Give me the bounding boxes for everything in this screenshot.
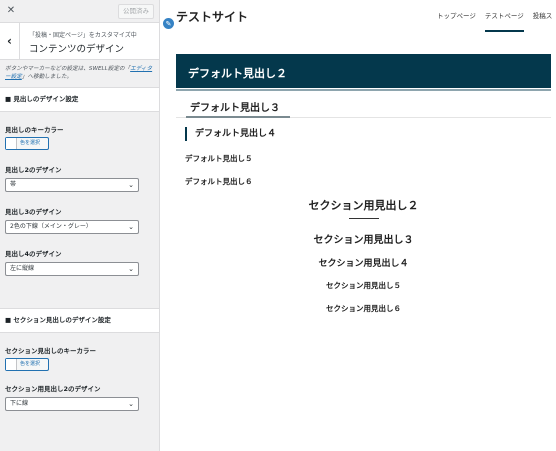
section-heading-2: セクション用見出し２ [308,199,419,212]
nav-item-top[interactable]: トップページ [437,11,476,31]
heading-3-underline [186,116,290,118]
section-heading-3: セクション用見出し３ [313,235,414,246]
section-key-color-button[interactable]: 色を選択 [5,358,49,371]
section-title: コンテンツのデザイン [29,44,125,55]
color-swatch [6,359,17,370]
site-header: テストサイト トップページ テストページ 投稿ス [161,0,556,33]
chevron-down-icon: ⌄ [128,223,134,231]
section-design-group-title: ■ セクション見出しのデザイン設定 [0,308,159,333]
color-button-label: 色を選択 [20,361,41,367]
h2-design-select[interactable]: 帯 ⌄ [5,178,139,192]
publish-button[interactable]: 公開済み [118,4,154,19]
default-heading-4: デフォルト見出し４ [185,127,276,141]
section-header: ‹ 「投稿・固定ページ」をカスタマイズ中 コンテンツのデザイン [0,23,159,60]
chevron-down-icon: ⌄ [128,400,134,408]
section-h2-design-value: 下に線 [10,400,29,407]
chevron-down-icon: ⌄ [128,265,134,273]
color-button-label: 色を選択 [20,140,41,146]
global-nav: トップページ テストページ 投稿ス [437,11,556,32]
notice-text: ボタンやマーカーなどの設定は、SWELL設定の「エディター設定」へ移動しました。 [0,60,159,87]
h3-design-select[interactable]: 2色の下線（メイン・グレー） ⌄ [5,220,139,234]
default-heading-5: デフォルト見出し５ [185,154,253,163]
h3-design-value: 2色の下線（メイン・グレー） [10,223,92,230]
site-preview: テストサイト トップページ テストページ 投稿ス デフォルト見出し２ デフォルト… [161,0,556,451]
section-heading-2-underline [349,218,379,219]
default-heading-2: デフォルト見出し２ [176,54,551,91]
h2-design-label: 見出し2のデザイン [5,166,62,174]
section-key-color-label: セクション見出しのキーカラー [5,347,96,355]
h2-design-value: 帯 [10,181,17,188]
section-h2-design-label: セクション用見出し2のデザイン [5,385,101,393]
section-h2-design-select[interactable]: 下に線 ⌄ [5,397,139,411]
default-heading-3: デフォルト見出し３ [176,97,551,118]
chevron-down-icon: ⌄ [128,181,134,189]
h3-design-label: 見出し3のデザイン [5,208,62,216]
color-swatch [6,138,17,149]
customizer-sidebar: ✕ 公開済み ‹ 「投稿・固定ページ」をカスタマイズ中 コンテンツのデザイン ボ… [0,0,160,451]
h4-design-label: 見出し4のデザイン [5,250,62,258]
nav-item-posts[interactable]: 投稿ス [533,11,553,31]
heading-design-group-title: ■ 見出しのデザイン設定 [0,87,159,112]
default-heading-4-text: デフォルト見出し４ [195,129,277,139]
nav-item-test-page[interactable]: テストページ [484,11,524,32]
customizer-topbar: ✕ 公開済み [0,0,159,23]
notice-suffix: 」へ移動しました。 [21,74,73,80]
close-icon[interactable]: ✕ [4,4,18,18]
default-heading-6: デフォルト見出し６ [185,177,253,186]
default-heading-3-text: デフォルト見出し３ [190,103,280,114]
chevron-left-icon[interactable]: ‹ [0,23,20,60]
section-heading-6: セクション用見出し６ [326,304,401,313]
heading-key-color-label: 見出しのキーカラー [5,126,64,134]
h4-design-select[interactable]: 左に縦線 ⌄ [5,262,139,276]
heading-key-color-button[interactable]: 色を選択 [5,137,49,150]
site-title[interactable]: テストサイト [176,8,248,25]
section-design-group: セクション見出しのキーカラー 色を選択 セクション用見出し2のデザイン 下に線 … [0,333,159,411]
section-heading-5: セクション用見出し５ [326,281,401,290]
section-heading-4: セクション用見出し４ [318,259,409,269]
breadcrumb: 「投稿・固定ページ」をカスタマイズ中 [29,32,137,39]
default-heading-2-text: デフォルト見出し２ [188,67,287,80]
h4-design-value: 左に縦線 [10,265,35,272]
heading-design-group: 見出しのキーカラー 色を選択 見出し2のデザイン 帯 ⌄ 見出し3のデザイン 2… [0,112,159,308]
notice-prefix: ボタンやマーカーなどの設定は、SWELL設定の「 [5,66,131,72]
edit-shortcut-pencil-icon[interactable]: ✎ [162,17,175,30]
